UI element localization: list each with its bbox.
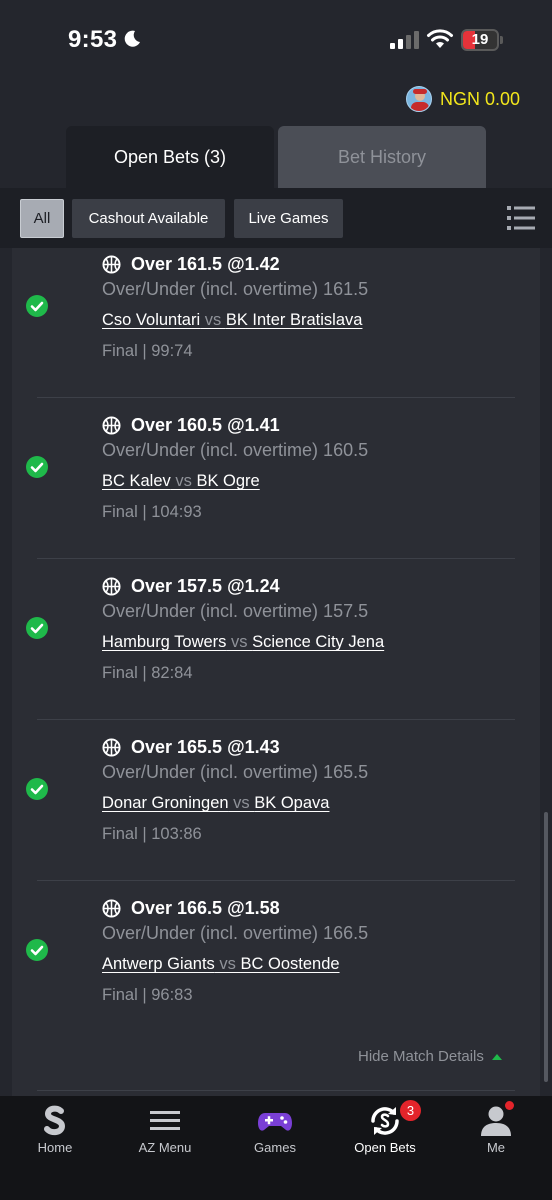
- bet-row[interactable]: Over 161.5 @1.42 Over/Under (incl. overti…: [12, 248, 540, 398]
- open-bets-icon: [371, 1107, 399, 1135]
- won-check-icon: [26, 456, 48, 478]
- open-bet-card: Over 161.5 @1.42 Over/Under (incl. overti…: [12, 248, 540, 1096]
- match-result: Final | 96:83: [102, 986, 193, 1004]
- bet-row[interactable]: Over 160.5 @1.41 Over/Under (incl. overti…: [12, 392, 540, 559]
- nav-label: AZ Menu: [138, 1140, 192, 1155]
- nav-label: Games: [254, 1140, 296, 1155]
- gamepad-icon: [258, 1113, 292, 1131]
- match-result: Final | 104:93: [102, 503, 202, 521]
- basketball-icon: [102, 738, 121, 757]
- match-result: Final | 82:84: [102, 664, 193, 682]
- bet-selection-title: Over 160.5 @1.41: [102, 415, 280, 436]
- bet-market: Over/Under (incl. overtime) 165.5: [102, 762, 369, 782]
- match-teams-link[interactable]: BC Kalev vs BK Ogre: [102, 472, 260, 491]
- nav-label: Home: [37, 1140, 73, 1155]
- away-team: BK Opava: [254, 794, 330, 812]
- vs-label: vs: [214, 955, 241, 973]
- vs-label: vs: [200, 311, 226, 329]
- cellular-signal-icon: [390, 31, 419, 49]
- sportybet-logo-icon: [44, 1105, 66, 1136]
- home-team: Cso Voluntari: [102, 311, 201, 329]
- basketball-icon: [102, 255, 121, 274]
- match-result: Final | 99:74: [102, 342, 193, 360]
- notification-dot: [505, 1101, 514, 1110]
- match-result: Final | 103:86: [102, 825, 202, 843]
- open-bets-count-badge: 3: [400, 1100, 421, 1121]
- basketball-icon: [102, 416, 121, 435]
- nav-open-bets[interactable]: Open Bets: [330, 1096, 440, 1166]
- nav-games[interactable]: Games: [220, 1096, 330, 1166]
- scrollbar[interactable]: [544, 812, 548, 1082]
- tab-bet-history[interactable]: Bet History: [278, 126, 486, 188]
- bet-selection-title: Over 165.5 @1.43: [102, 737, 280, 758]
- away-team: BK Ogre: [196, 472, 260, 490]
- bet-row[interactable]: Over 166.5 @1.58 Over/Under (incl. overti…: [12, 875, 540, 1036]
- away-team: Science City Jena: [252, 633, 385, 651]
- wifi-icon: [427, 29, 453, 48]
- bet-market: Over/Under (incl. overtime) 160.5: [102, 440, 369, 460]
- bet-row[interactable]: Over 165.5 @1.43 Over/Under (incl. overti…: [12, 714, 540, 881]
- caret-up-icon: [491, 1053, 502, 1060]
- filter-cashout-available-button[interactable]: Cashout Available: [72, 199, 225, 238]
- home-team: Hamburg Towers: [102, 633, 227, 651]
- hide-match-details-button[interactable]: Hide Match Details: [358, 1048, 502, 1065]
- basketball-icon: [102, 577, 121, 596]
- vs-label: vs: [226, 633, 253, 651]
- away-team: BK Inter Bratislava: [225, 311, 363, 329]
- bet-selection-title: Over 161.5 @1.42: [102, 254, 280, 275]
- basketball-icon: [102, 899, 121, 918]
- won-check-icon: [26, 778, 48, 800]
- bet-selection-label: Over 157.5 @1.24: [131, 576, 280, 596]
- bet-selection-label: Over 161.5 @1.42: [131, 254, 280, 274]
- nav-home[interactable]: Home: [0, 1096, 110, 1166]
- status-time: 9:53: [68, 26, 118, 53]
- list-view-icon[interactable]: [507, 205, 535, 231]
- bet-row[interactable]: Over 157.5 @1.24 Over/Under (incl. overti…: [12, 553, 540, 720]
- won-check-icon: [26, 939, 48, 961]
- moon-icon: [124, 30, 140, 47]
- filter-bar: All Cashout Available Live Games: [0, 188, 552, 248]
- match-teams-link[interactable]: Donar Groningen vs BK Opava: [102, 794, 329, 813]
- bet-market: Over/Under (incl. overtime) 166.5: [102, 923, 369, 943]
- filter-live-games-button[interactable]: Live Games: [234, 199, 343, 238]
- hide-match-details-label: Hide Match Details: [358, 1048, 484, 1065]
- tab-open-bets[interactable]: Open Bets (3): [66, 126, 274, 188]
- bet-selection-label: Over 165.5 @1.43: [131, 737, 280, 757]
- home-team: Donar Groningen: [102, 794, 229, 812]
- avatar[interactable]: [405, 86, 432, 112]
- bet-market: Over/Under (incl. overtime) 161.5: [102, 279, 369, 299]
- home-team: Antwerp Giants: [102, 955, 215, 973]
- bet-tabs: Open Bets (3) Bet History: [66, 126, 486, 188]
- bottom-navigation: Home AZ Menu Games Open Bets Me: [0, 1096, 552, 1200]
- bet-selection-label: Over 166.5 @1.58: [131, 898, 280, 918]
- divider: [37, 1090, 515, 1091]
- nav-label: Me: [486, 1140, 506, 1155]
- filter-all-button[interactable]: All: [20, 199, 64, 238]
- battery-icon: 19: [461, 29, 499, 51]
- bet-market: Over/Under (incl. overtime) 157.5: [102, 601, 369, 621]
- status-bar: 9:53 19: [0, 0, 552, 82]
- hamburger-menu-icon: [150, 1111, 180, 1130]
- bet-selection-title: Over 166.5 @1.58: [102, 898, 280, 919]
- balance-amount: NGN 0.00: [439, 88, 520, 109]
- bet-selection-label: Over 160.5 @1.41: [131, 415, 280, 435]
- home-team: BC Kalev: [102, 472, 171, 490]
- vs-label: vs: [170, 472, 197, 490]
- away-team: BC Oostende: [240, 955, 340, 973]
- match-teams-link[interactable]: Cso Voluntari vs BK Inter Bratislava: [102, 311, 362, 330]
- nav-label: Open Bets: [354, 1140, 416, 1155]
- nav-az-menu[interactable]: AZ Menu: [110, 1096, 220, 1166]
- balance-display[interactable]: NGN 0.00: [405, 86, 520, 112]
- match-teams-link[interactable]: Antwerp Giants vs BC Oostende: [102, 955, 340, 974]
- won-check-icon: [26, 295, 48, 317]
- won-check-icon: [26, 617, 48, 639]
- battery-level: 19: [471, 31, 489, 48]
- vs-label: vs: [228, 794, 255, 812]
- nav-me[interactable]: Me: [441, 1096, 551, 1166]
- match-teams-link[interactable]: Hamburg Towers vs Science City Jena: [102, 633, 384, 652]
- bet-selection-title: Over 157.5 @1.24: [102, 576, 280, 597]
